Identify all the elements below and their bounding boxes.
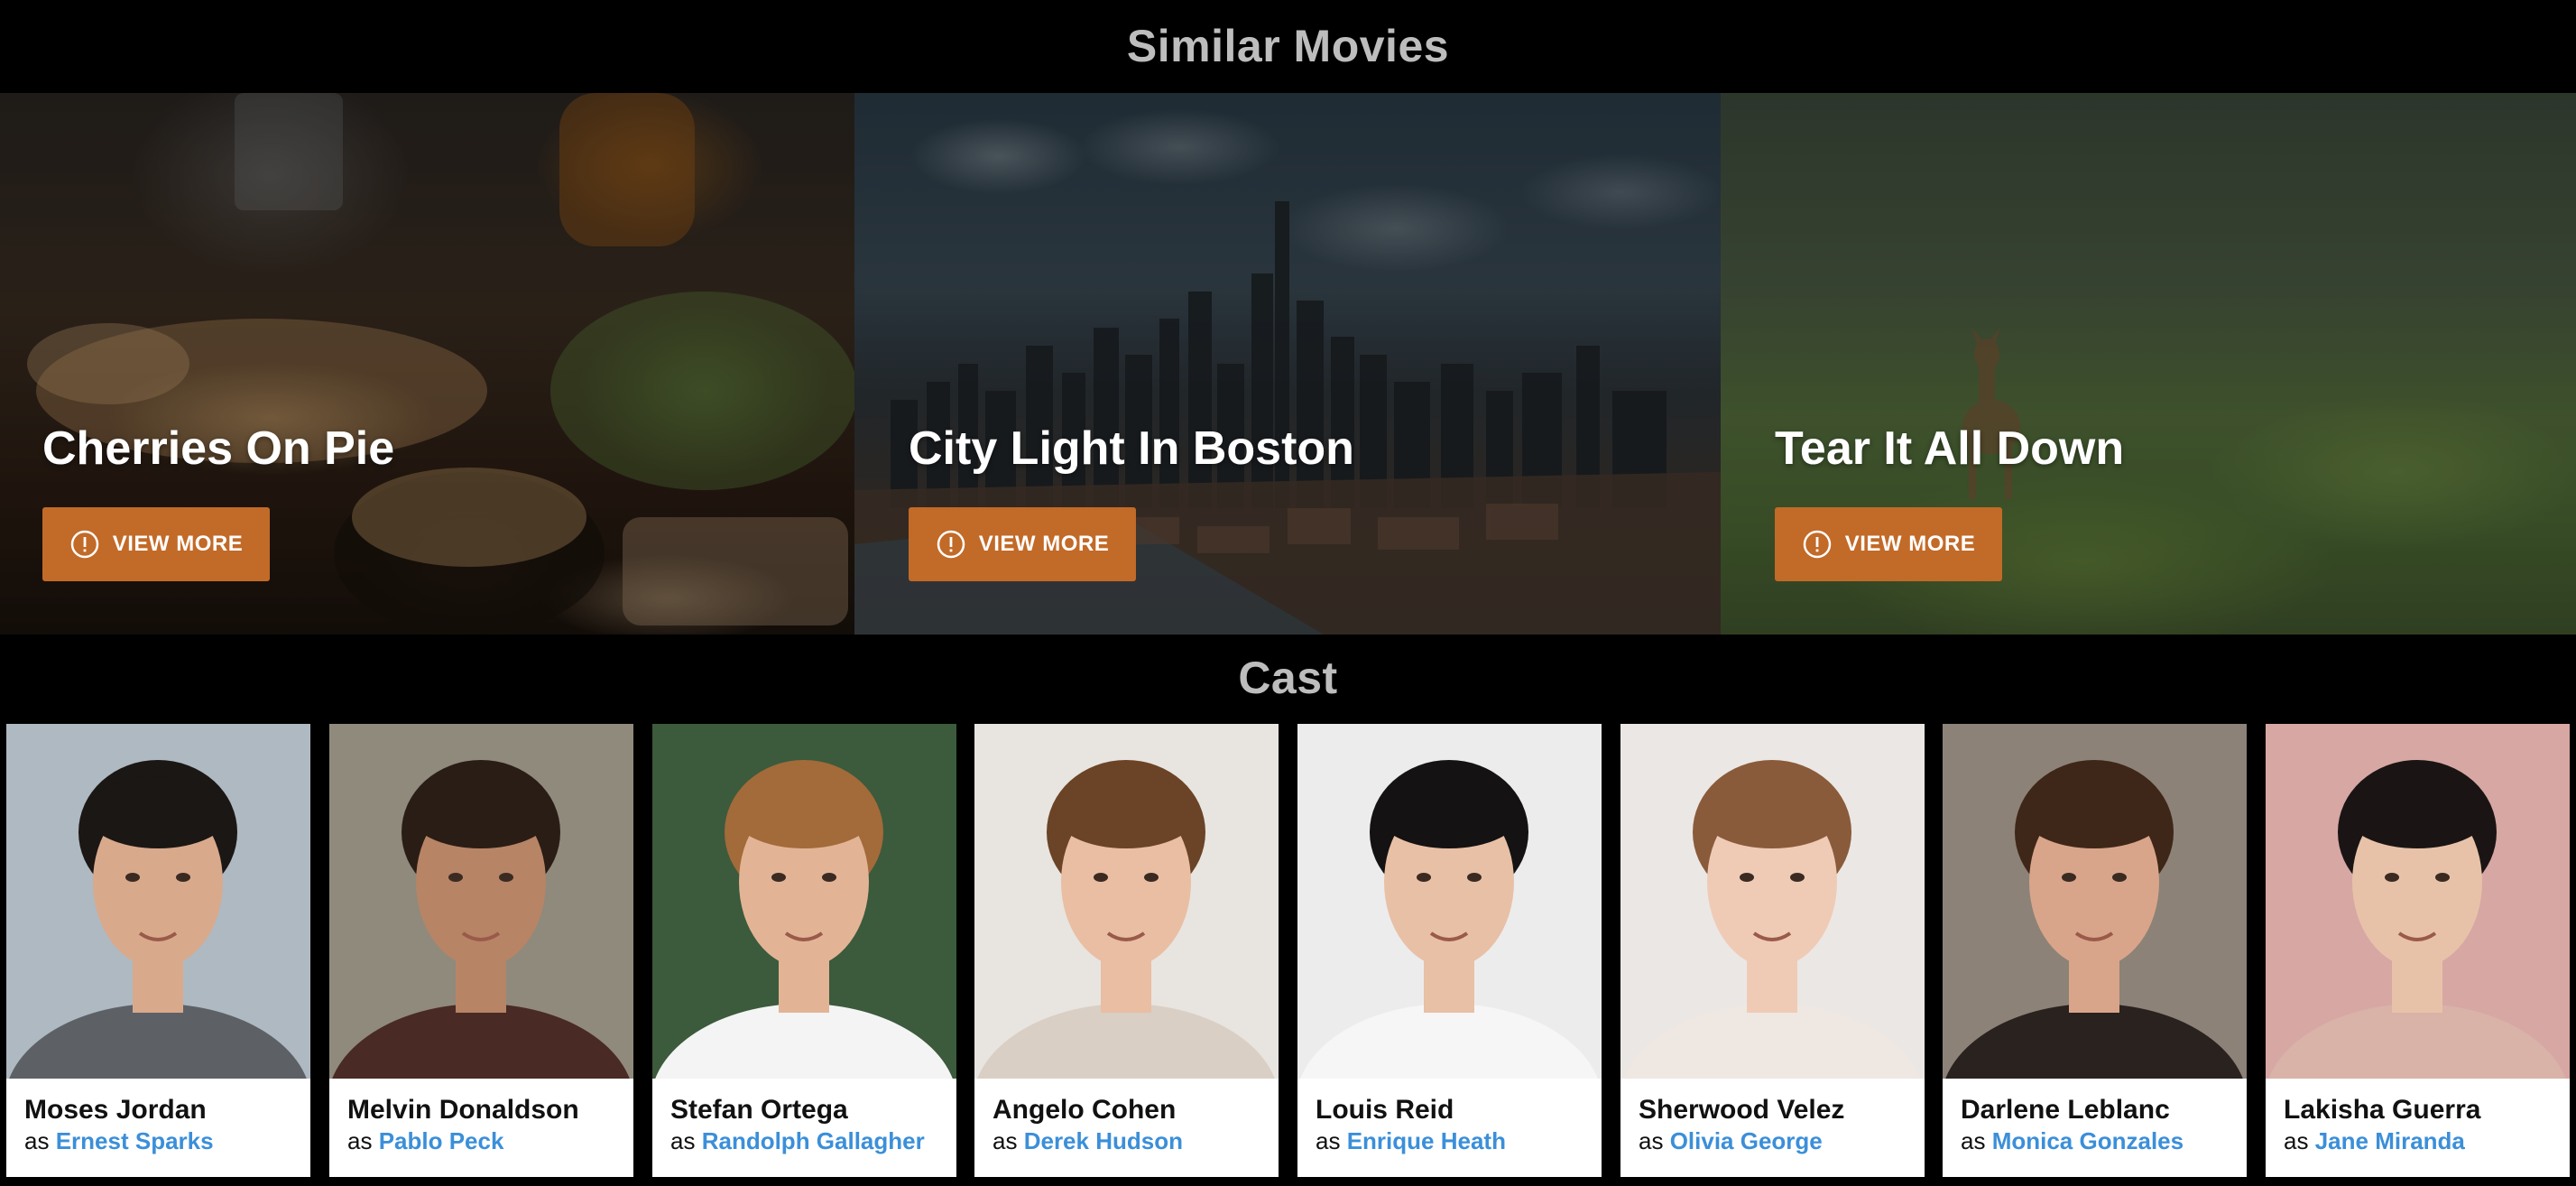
slide-title: City Light In Boston [909,422,1354,475]
role-prefix: as [347,1127,373,1154]
cast-card[interactable]: Angelo Cohen as Derek Hudson [974,724,1279,1177]
cast-photo [1943,724,2247,1079]
similar-movie-slide[interactable]: City Light In Boston VIEW MORE [854,93,1721,635]
actor-name: Moses Jordan [24,1095,207,1125]
cast-photo [974,724,1279,1079]
similar-movie-slide[interactable]: Cherries On Pie VIEW MORE [0,93,854,635]
view-more-label: VIEW MORE [1844,532,1976,556]
role-prefix: as [1316,1127,1341,1154]
cast-card[interactable]: Moses Jordan as Ernest Sparks [6,724,310,1177]
actor-name: Stefan Ortega [670,1095,848,1125]
cast-photo [1297,724,1602,1079]
view-more-button[interactable]: VIEW MORE [1775,507,2002,581]
cast-list: Moses Jordan as Ernest Sparks Melvin Don… [6,724,2576,1177]
view-more-button[interactable]: VIEW MORE [909,507,1136,581]
info-circle-icon [937,530,965,559]
role-prefix: as [1639,1127,1664,1154]
role-prefix: as [2284,1127,2309,1154]
role-prefix: as [993,1127,1018,1154]
cast-card[interactable]: Darlene Leblanc as Monica Gonzales [1943,724,2247,1177]
info-circle-icon [70,530,98,559]
cast-card[interactable]: Sherwood Velez as Olivia George [1620,724,1925,1177]
character-name-link[interactable]: Ernest Sparks [56,1127,214,1154]
role-prefix: as [24,1127,50,1154]
similar-movie-slide[interactable]: Tear It All Down VIEW MORE [1721,93,2576,635]
character-name-link[interactable]: Enrique Heath [1347,1127,1506,1154]
cast-photo [6,724,310,1079]
character-name-link[interactable]: Randolph Gallagher [702,1127,925,1154]
cast-photo [1620,724,1925,1079]
character-name-link[interactable]: Pablo Peck [379,1127,504,1154]
character-name-link[interactable]: Jane Miranda [2315,1127,2465,1154]
actor-name: Angelo Cohen [993,1095,1177,1125]
actor-name: Sherwood Velez [1639,1095,1845,1125]
view-more-label: VIEW MORE [112,532,244,556]
character-name-link[interactable]: Derek Hudson [1024,1127,1183,1154]
cast-card[interactable]: Stefan Ortega as Randolph Gallagher [652,724,956,1177]
similar-movies-heading: Similar Movies [1126,21,1450,71]
cast-heading: Cast [1238,653,1338,703]
movie-detail-page: Similar Movies Cherries On Pie VIEW MORE… [0,0,2576,1186]
role-prefix: as [670,1127,696,1154]
cast-card[interactable]: Lakisha Guerra as Jane Miranda [2266,724,2570,1177]
view-more-label: VIEW MORE [978,532,1110,556]
slide-title: Cherries On Pie [42,422,395,475]
similar-movies-carousel[interactable]: Cherries On Pie VIEW MORE City Light In … [0,93,2576,635]
cast-photo [652,724,956,1079]
actor-name: Darlene Leblanc [1961,1095,2170,1125]
slide-title: Tear It All Down [1775,422,2125,475]
actor-name: Lakisha Guerra [2284,1095,2481,1125]
cast-card[interactable]: Louis Reid as Enrique Heath [1297,724,1602,1177]
cast-card[interactable]: Melvin Donaldson as Pablo Peck [329,724,633,1177]
info-circle-icon [1803,530,1831,559]
role-prefix: as [1961,1127,1986,1154]
view-more-button[interactable]: VIEW MORE [42,507,270,581]
character-name-link[interactable]: Monica Gonzales [1992,1127,2184,1154]
actor-name: Louis Reid [1316,1095,1454,1125]
character-name-link[interactable]: Olivia George [1670,1127,1823,1154]
cast-photo [329,724,633,1079]
cast-photo [2266,724,2570,1079]
actor-name: Melvin Donaldson [347,1095,579,1125]
